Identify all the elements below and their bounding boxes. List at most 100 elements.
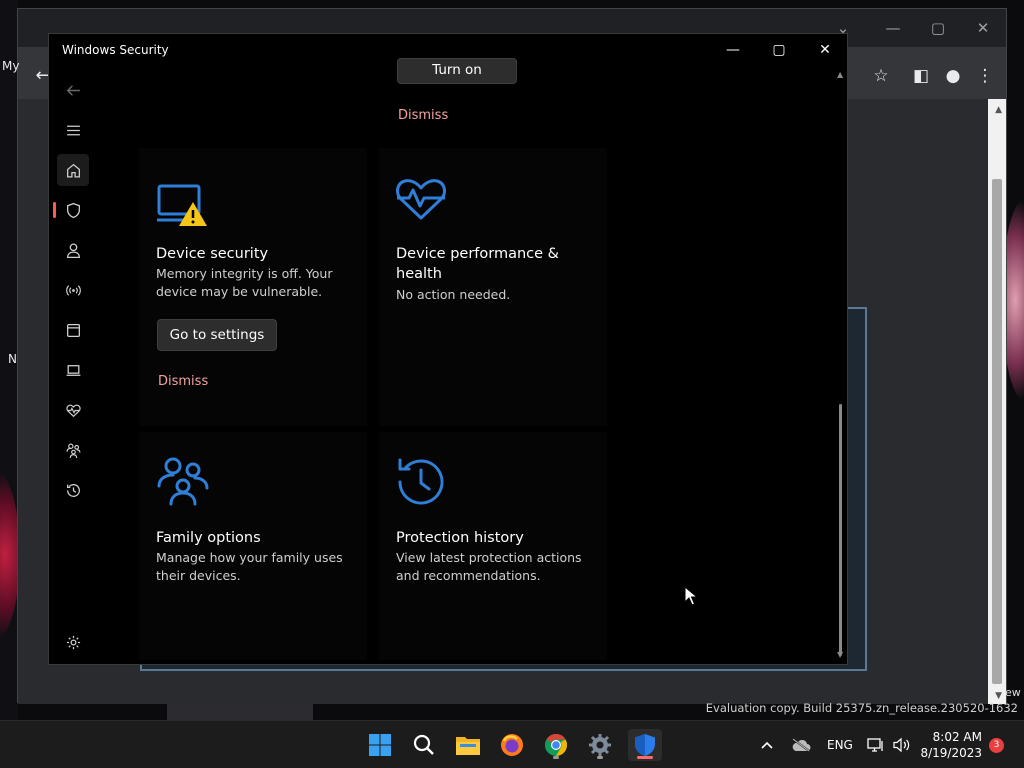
- windows-security-icon: [635, 734, 655, 756]
- file-explorer-button[interactable]: [452, 729, 484, 761]
- back-arrow-icon: [66, 84, 80, 96]
- back-button[interactable]: [57, 74, 89, 106]
- scroll-down-icon[interactable]: ▼: [837, 650, 843, 659]
- sidebar-item-settings[interactable]: [57, 626, 89, 658]
- tile-title: Device security: [156, 246, 269, 262]
- browser-text-fragment: My: [2, 59, 20, 73]
- sidebar-item-firewall[interactable]: [57, 274, 89, 306]
- dismiss-link[interactable]: Dismiss: [398, 108, 448, 123]
- onedrive-button[interactable]: [791, 721, 811, 768]
- volume-button[interactable]: [892, 721, 910, 768]
- sidebar-item-virus-protection[interactable]: [57, 194, 89, 226]
- turn-on-button[interactable]: Turn on: [397, 58, 517, 84]
- tile-description: device may be vulnerable.: [156, 284, 323, 299]
- chrome-button[interactable]: [540, 729, 572, 761]
- tile-title: health: [396, 266, 442, 282]
- sidepanel-icon[interactable]: ◧: [910, 65, 932, 87]
- heartbeat-icon: [65, 404, 81, 417]
- cloud-offline-icon: [792, 738, 811, 752]
- menu-button[interactable]: [57, 114, 89, 146]
- person-icon: [66, 242, 80, 258]
- tile-device-security[interactable]: Device security Memory integrity is off.…: [139, 148, 367, 426]
- chrome-icon: [545, 734, 567, 756]
- app-indicator: [597, 756, 603, 759]
- laptop-warning-icon: [157, 184, 207, 226]
- volume-icon: [893, 737, 910, 753]
- home-icon: [66, 163, 80, 178]
- tile-device-performance[interactable]: Device performance & health No action ne…: [379, 148, 607, 426]
- gear-icon: [66, 635, 80, 649]
- start-icon: [369, 734, 391, 756]
- antenna-icon: [65, 284, 81, 296]
- tile-description: Memory integrity is off. Your: [156, 266, 333, 281]
- sidebar-item-family[interactable]: [57, 434, 89, 466]
- tile-family-options[interactable]: Family options Manage how your family us…: [139, 432, 367, 660]
- language-indicator[interactable]: ENG: [827, 721, 853, 768]
- tile-protection-history[interactable]: Protection history View latest protectio…: [379, 432, 607, 660]
- sidebar-nav: [49, 74, 96, 664]
- scroll-up-icon[interactable]: ▲: [837, 70, 843, 79]
- scroll-up-icon[interactable]: ▲: [995, 105, 1002, 115]
- file-explorer-icon: [456, 737, 480, 755]
- sidebar-item-device-performance[interactable]: [57, 394, 89, 426]
- browser-text-fragment: N: [8, 352, 17, 366]
- start-button[interactable]: [364, 729, 396, 761]
- kebab-menu-icon[interactable]: ⋮: [974, 65, 996, 87]
- scroll-down-icon[interactable]: ▼: [995, 691, 1002, 701]
- search-button[interactable]: [408, 729, 440, 761]
- heartbeat-icon: [396, 179, 446, 220]
- tile-description: View latest protection actions: [396, 550, 582, 565]
- family-icon: [66, 443, 80, 458]
- browser-minimize-icon[interactable]: —: [878, 19, 908, 37]
- family-icon: [157, 457, 209, 506]
- laptop-icon: [66, 364, 80, 376]
- browser-text-fragment: ew: [1005, 686, 1021, 699]
- tile-title: Family options: [156, 530, 261, 546]
- history-icon: [398, 458, 444, 505]
- network-button[interactable]: [867, 721, 885, 768]
- background-element: [167, 702, 313, 720]
- mouse-cursor-icon: [684, 586, 698, 606]
- sidebar-item-app-browser[interactable]: [57, 314, 89, 346]
- search-icon: [413, 734, 434, 755]
- network-icon: [867, 738, 883, 752]
- main-content: Turn on Dismiss Device security Memory i…: [139, 34, 839, 664]
- tile-description: their devices.: [156, 568, 241, 583]
- active-indicator: [53, 202, 56, 218]
- clock[interactable]: 8:02 AM 8/19/2023: [920, 729, 982, 761]
- notification-badge[interactable]: 3: [989, 738, 1004, 753]
- history-icon: [66, 483, 80, 497]
- windows-security-button[interactable]: [628, 729, 662, 761]
- browser-maximize-icon[interactable]: ▢: [923, 19, 953, 37]
- browser-close-icon[interactable]: ✕: [968, 19, 998, 37]
- tile-description: No action needed.: [396, 287, 511, 302]
- firefox-button[interactable]: [496, 729, 528, 761]
- app-indicator-active: [637, 756, 653, 759]
- scroll-thumb[interactable]: [839, 404, 842, 656]
- clock-date: 8/19/2023: [920, 746, 982, 760]
- go-to-settings-button[interactable]: Go to settings: [157, 319, 277, 351]
- tile-description: Manage how your family uses: [156, 550, 343, 565]
- dismiss-link[interactable]: Dismiss: [158, 374, 208, 389]
- browser-scroll-thumb[interactable]: [992, 179, 1002, 684]
- settings-icon: [589, 734, 611, 756]
- app-indicator: [553, 756, 559, 759]
- sidebar-item-account-protection[interactable]: [57, 234, 89, 266]
- tile-title: Protection history: [396, 530, 524, 546]
- evaluation-watermark: Evaluation copy. Build 25375.zn_release.…: [705, 701, 1018, 715]
- tray-overflow-button[interactable]: [760, 721, 774, 768]
- clock-time: 8:02 AM: [932, 730, 982, 744]
- hamburger-icon: [66, 125, 80, 135]
- star-icon[interactable]: ☆: [870, 65, 892, 87]
- windows-security-window[interactable]: Windows Security — ▢ ✕ Turn on Dismiss D…: [48, 33, 848, 665]
- tile-description: and recommendations.: [396, 568, 541, 583]
- firefox-icon: [501, 734, 523, 756]
- scrollbar[interactable]: ▲ ▼: [837, 70, 845, 664]
- settings-button[interactable]: [584, 729, 616, 761]
- sidebar-item-device-security[interactable]: [57, 354, 89, 386]
- tile-title: Device performance &: [396, 246, 559, 262]
- sidebar-item-history[interactable]: [57, 474, 89, 506]
- profile-icon[interactable]: ●: [942, 65, 964, 87]
- sidebar-item-home[interactable]: [57, 154, 89, 186]
- chevron-up-icon: [761, 741, 773, 749]
